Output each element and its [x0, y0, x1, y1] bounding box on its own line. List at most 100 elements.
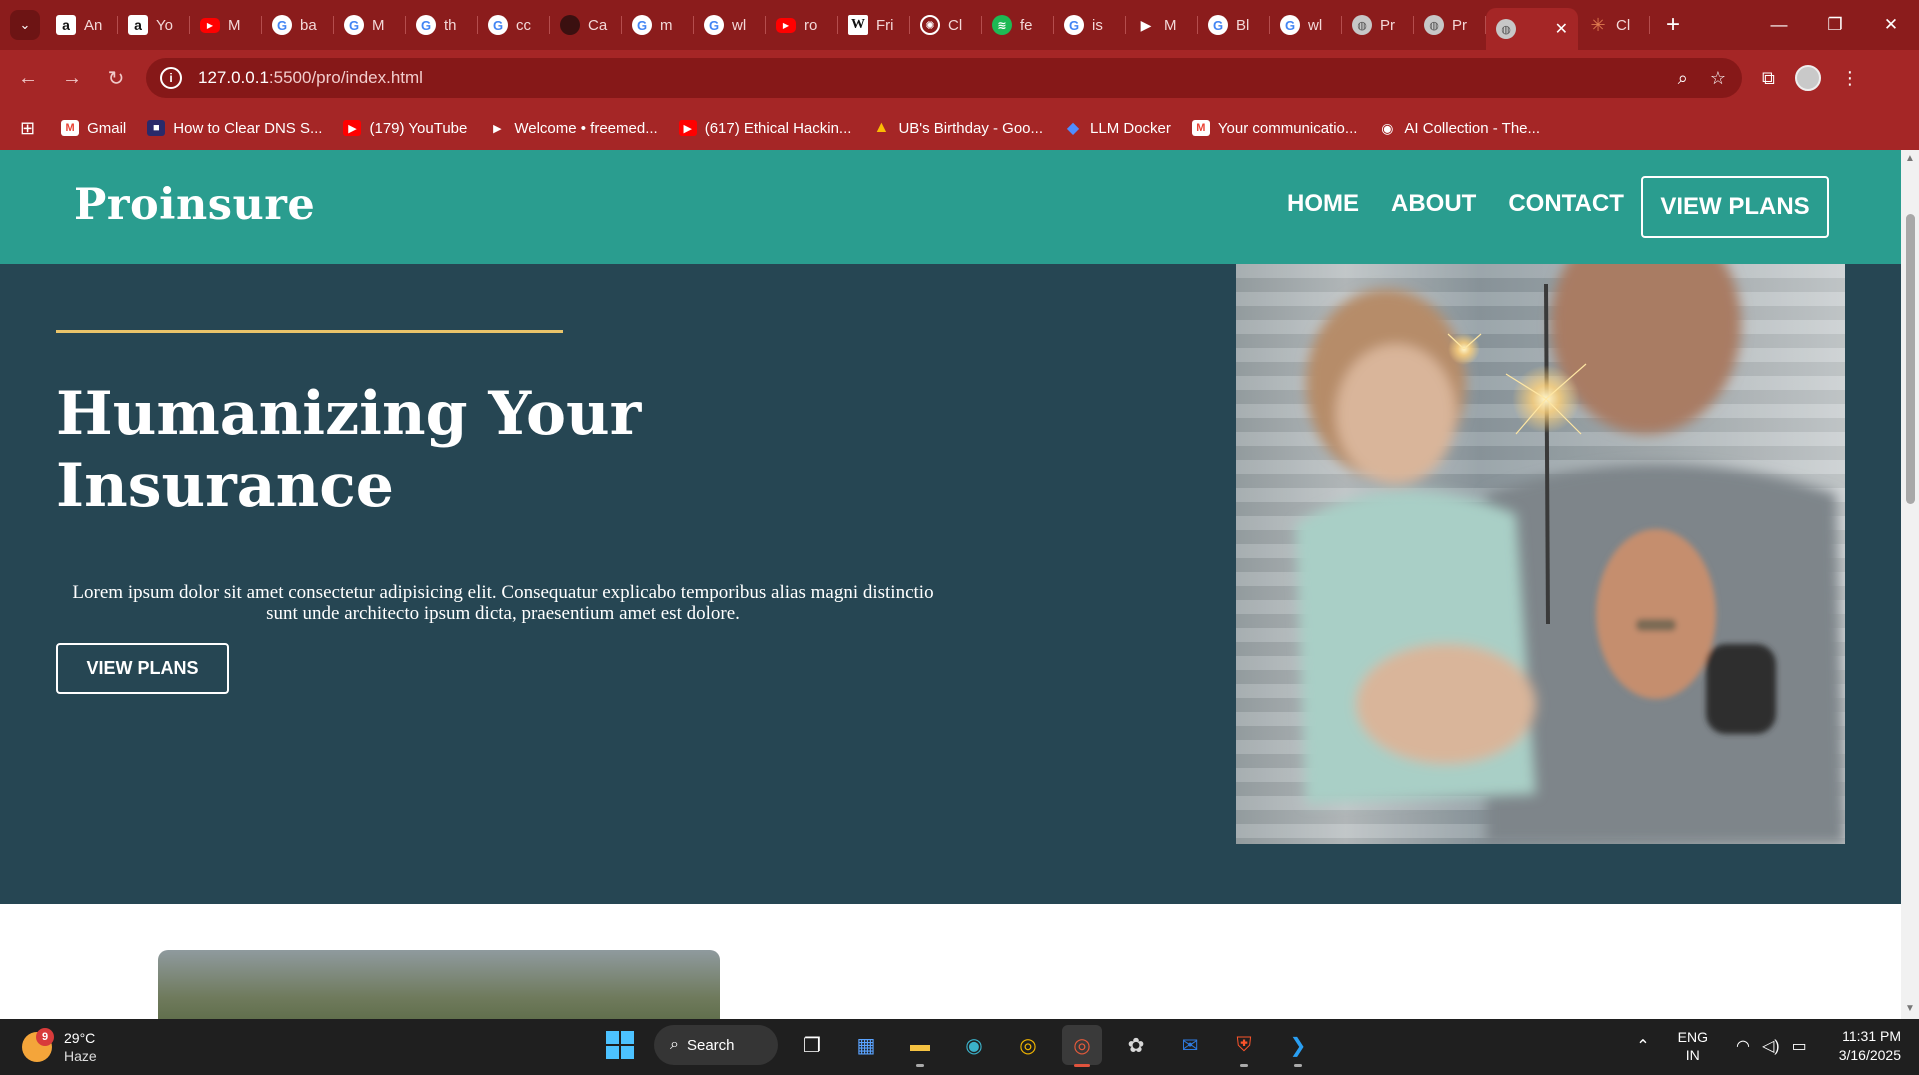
tab[interactable]: Gm	[622, 6, 694, 44]
microsoft-store-icon[interactable]: ▦	[846, 1025, 886, 1065]
tab-search-icon[interactable]: ⌄	[10, 10, 40, 40]
minimize-icon[interactable]: —	[1751, 0, 1807, 50]
address-bar[interactable]: i 127.0.0.1:5500/pro/index.html ⌕ ☆	[146, 58, 1742, 98]
tab-label: M	[1164, 16, 1177, 34]
docker-icon: ◆	[1066, 120, 1080, 137]
wifi-icon[interactable]: ◠	[1736, 1036, 1750, 1056]
site-info-icon[interactable]: i	[160, 67, 182, 89]
hero-accent-line	[56, 330, 563, 333]
restore-icon[interactable]: ❐	[1807, 0, 1863, 50]
chrome-icon[interactable]: ◎	[1008, 1025, 1048, 1065]
bookmark-item[interactable]: ■ How to Clear DNS S...	[147, 120, 322, 137]
tab[interactable]: W Fri	[838, 6, 910, 44]
zoom-icon[interactable]: ⌕	[1678, 68, 1688, 89]
chrome-profile-icon[interactable]: ◎	[1062, 1025, 1102, 1067]
search-label: Search	[686, 1036, 735, 1054]
nav-home[interactable]: HOME	[1287, 190, 1359, 218]
tab[interactable]: Ca	[550, 6, 622, 44]
tab[interactable]: Gis	[1054, 6, 1126, 44]
bookmarks-bar: ⊞ M Gmail ■ How to Clear DNS S... ▶ (179) You…	[0, 106, 1919, 150]
tab[interactable]: ≋ fe	[982, 6, 1054, 44]
nav-about[interactable]: ABOUT	[1391, 190, 1476, 218]
tab-last[interactable]: ✳ Cl	[1578, 6, 1650, 44]
bookmark-item[interactable]: ▶ Welcome • freemed...	[488, 120, 658, 137]
menu-icon[interactable]: ⋮	[1841, 68, 1859, 89]
tab-label: An	[84, 16, 103, 34]
scroll-down-icon[interactable]: ▼	[1905, 1004, 1915, 1014]
dark-site-icon	[560, 15, 580, 35]
tab[interactable]: ✺ Cl	[910, 6, 982, 44]
windows-start-icon[interactable]	[600, 1025, 640, 1065]
tab[interactable]: Gba	[262, 6, 334, 44]
file-explorer-icon[interactable]: ▬	[900, 1025, 940, 1067]
bookmark-item[interactable]: M Your communicatio...	[1191, 119, 1358, 137]
page-scrollbar[interactable]: ▲ ▼	[1901, 150, 1919, 1019]
brave-icon[interactable]: ⛨	[1224, 1025, 1264, 1067]
outlook-icon[interactable]: ✉	[1170, 1025, 1210, 1065]
gmail-icon: M	[61, 120, 80, 136]
volume-icon[interactable]: ◁)	[1762, 1036, 1780, 1056]
url-text[interactable]: 127.0.0.1:5500/pro/index.html	[198, 68, 423, 88]
bookmark-label: How to Clear DNS S...	[173, 119, 323, 137]
weather-widget[interactable]: 9 29°C Haze	[22, 1028, 97, 1065]
play-icon: ▶	[1140, 16, 1152, 33]
close-tab-icon[interactable]: ✕	[1555, 19, 1568, 39]
tab-label: Bl	[1236, 16, 1250, 34]
tab[interactable]: Gwl	[694, 6, 766, 44]
bookmark-item[interactable]: M Gmail	[61, 120, 126, 137]
tab-label: Cl	[1616, 16, 1631, 34]
nav-contact[interactable]: CONTACT	[1508, 190, 1624, 218]
close-window-icon[interactable]: ✕	[1863, 0, 1919, 50]
search-icon: ⌕	[670, 1036, 679, 1053]
hero-view-plans-button[interactable]: VIEW PLANS	[56, 643, 229, 694]
youtube-icon: ▶	[678, 120, 697, 136]
bookmark-item[interactable]: ◉ AI Collection - The...	[1378, 120, 1540, 137]
back-icon[interactable]: ←	[6, 58, 50, 98]
forward-icon[interactable]: →	[50, 58, 94, 98]
tab[interactable]: ▶ ro	[766, 6, 838, 44]
bookmark-item[interactable]: ▶ (617) Ethical Hackin...	[678, 120, 851, 137]
clock[interactable]: 11:31 PM 3/16/2025	[1839, 1027, 1901, 1065]
region-code: IN	[1685, 1047, 1700, 1063]
tab[interactable]: a Yo	[118, 6, 190, 44]
tab[interactable]: GM	[334, 6, 406, 44]
bookmark-item[interactable]: ◆ LLM Docker	[1064, 120, 1171, 138]
profile-avatar[interactable]	[1794, 65, 1821, 91]
tab-active[interactable]: ◍ ✕	[1486, 8, 1578, 50]
bookmark-label: Your communicatio...	[1217, 119, 1358, 137]
tab[interactable]: ▶ M	[1126, 6, 1198, 44]
scroll-thumb[interactable]	[1906, 214, 1915, 504]
tab[interactable]: Gth	[406, 6, 478, 44]
taskbar-search[interactable]: ⌕ Search	[654, 1025, 778, 1065]
nav-view-plans-button[interactable]: VIEW PLANS	[1641, 176, 1829, 238]
site-logo[interactable]: Proinsure	[74, 180, 315, 230]
tab[interactable]: ◍ Pr	[1414, 6, 1486, 44]
apps-grid-icon[interactable]: ⊞	[20, 118, 35, 139]
tab[interactable]: G Bl	[1198, 6, 1270, 44]
tab[interactable]: a An	[46, 6, 118, 44]
scroll-up-icon[interactable]: ▲	[1905, 154, 1915, 164]
hero-title: Humanizing Your Insurance	[56, 379, 642, 521]
bookmark-item[interactable]: ▶ (179) YouTube	[343, 120, 467, 137]
vscode-icon[interactable]: ❯	[1278, 1025, 1318, 1067]
davinci-resolve-icon[interactable]: ✿	[1116, 1025, 1156, 1065]
task-view-icon[interactable]: ❐	[792, 1025, 832, 1065]
bookmark-item[interactable]: ▲ UB's Birthday - Goo...	[872, 119, 1044, 137]
windows-taskbar: 9 29°C Haze ⌕ Search ❐ ▦ ▬ ◉ ◎ ◎ ✿ ✉ ⛨ ❯ …	[0, 1019, 1919, 1075]
new-tab-icon[interactable]: +	[1666, 11, 1680, 39]
bookmark-star-icon[interactable]: ☆	[1710, 68, 1726, 89]
tab-label: Yo	[156, 16, 173, 34]
reload-icon[interactable]: ↻	[94, 58, 138, 98]
language-indicator[interactable]: ENG IN	[1678, 1028, 1708, 1064]
tab[interactable]: Gwl	[1270, 6, 1342, 44]
battery-icon[interactable]: ▭	[1792, 1036, 1807, 1056]
tab-label: Ca	[588, 16, 608, 34]
tab[interactable]: ▶ M	[190, 6, 262, 44]
tab[interactable]: Gcc	[478, 6, 550, 44]
edge-icon[interactable]: ◉	[954, 1025, 994, 1065]
tab[interactable]: ◍ Pr	[1342, 6, 1414, 44]
extensions-icon[interactable]: ⧉	[1762, 68, 1775, 89]
clock-time: 11:31 PM	[1842, 1028, 1901, 1044]
show-hidden-icons-icon[interactable]: ⌃	[1636, 1036, 1649, 1056]
bookmark-label: Gmail	[87, 119, 127, 137]
